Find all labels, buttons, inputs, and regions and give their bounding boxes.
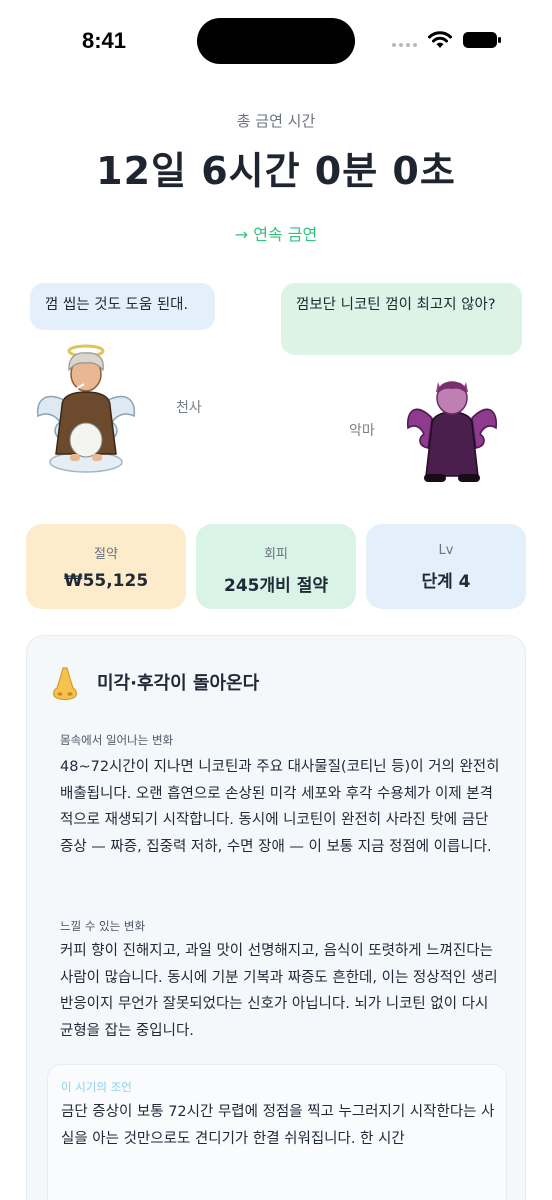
status-bar: 8:41 (0, 0, 552, 80)
stage-info-card: 미각·후각이 돌아온다 몸속에서 일어나는 변화 48~72시간이 지나면 니코… (26, 635, 526, 1200)
devil-speech-bubble: 껌보단 니코틴 껌이 최고지 않아? (281, 283, 522, 355)
savings-title: 절약 (94, 547, 118, 562)
streak-link[interactable]: → 연속 금연 (0, 221, 552, 245)
devil-character-icon (407, 381, 497, 482)
signal-dots-icon (392, 43, 417, 47)
dynamic-island (197, 18, 355, 64)
body-change-text: 48~72시간이 지나면 니코틴과 주요 대사물질(코티닌 등)이 거의 완전히… (60, 759, 500, 855)
advice-label: 이 시기의 조언 (61, 1080, 132, 1094)
nose-icon (53, 667, 77, 701)
stage-title: 미각·후각이 돌아온다 (97, 673, 260, 694)
felt-change-label: 느낄 수 있는 변화 (60, 919, 146, 933)
savings-value: ₩55,125 (63, 571, 149, 591)
status-time: 8:41 (82, 28, 127, 53)
wifi-icon (428, 31, 452, 48)
devil-label: 악마 (349, 423, 375, 439)
level-value: 단계 4 (421, 572, 471, 592)
angel-speech-bubble: 껌 씹는 것도 도움 된대. (30, 283, 215, 330)
avoided-value: 245개비 절약 (224, 576, 328, 596)
level-card[interactable]: Lv 단계 4 (366, 524, 526, 609)
avoided-title: 회피 (264, 547, 288, 562)
angel-character-icon (36, 344, 136, 473)
body-change-label: 몸속에서 일어나는 변화 (60, 733, 174, 747)
total-time-value: 12일 6시간 0분 0초 (96, 149, 456, 193)
battery-icon (463, 32, 501, 48)
total-time-label: 총 금연 시간 (236, 112, 316, 130)
felt-change-text: 커피 향이 진해지고, 과일 맛이 선명해지고, 음식이 또렷하게 느껴진다는 … (60, 943, 498, 1039)
avoided-card[interactable]: 회피 245개비 절약 (196, 524, 356, 609)
advice-text: 금단 증상이 보통 72시간 무렵에 정점을 찍고 누그러지기 시작한다는 사실… (61, 1104, 495, 1147)
advice-box: 이 시기의 조언 금단 증상이 보통 72시간 무렵에 정점을 찍고 누그러지기… (47, 1064, 507, 1200)
level-title: Lv (438, 543, 454, 558)
savings-card[interactable]: 절약 ₩55,125 (26, 524, 186, 609)
angel-label: 천사 (176, 400, 202, 416)
